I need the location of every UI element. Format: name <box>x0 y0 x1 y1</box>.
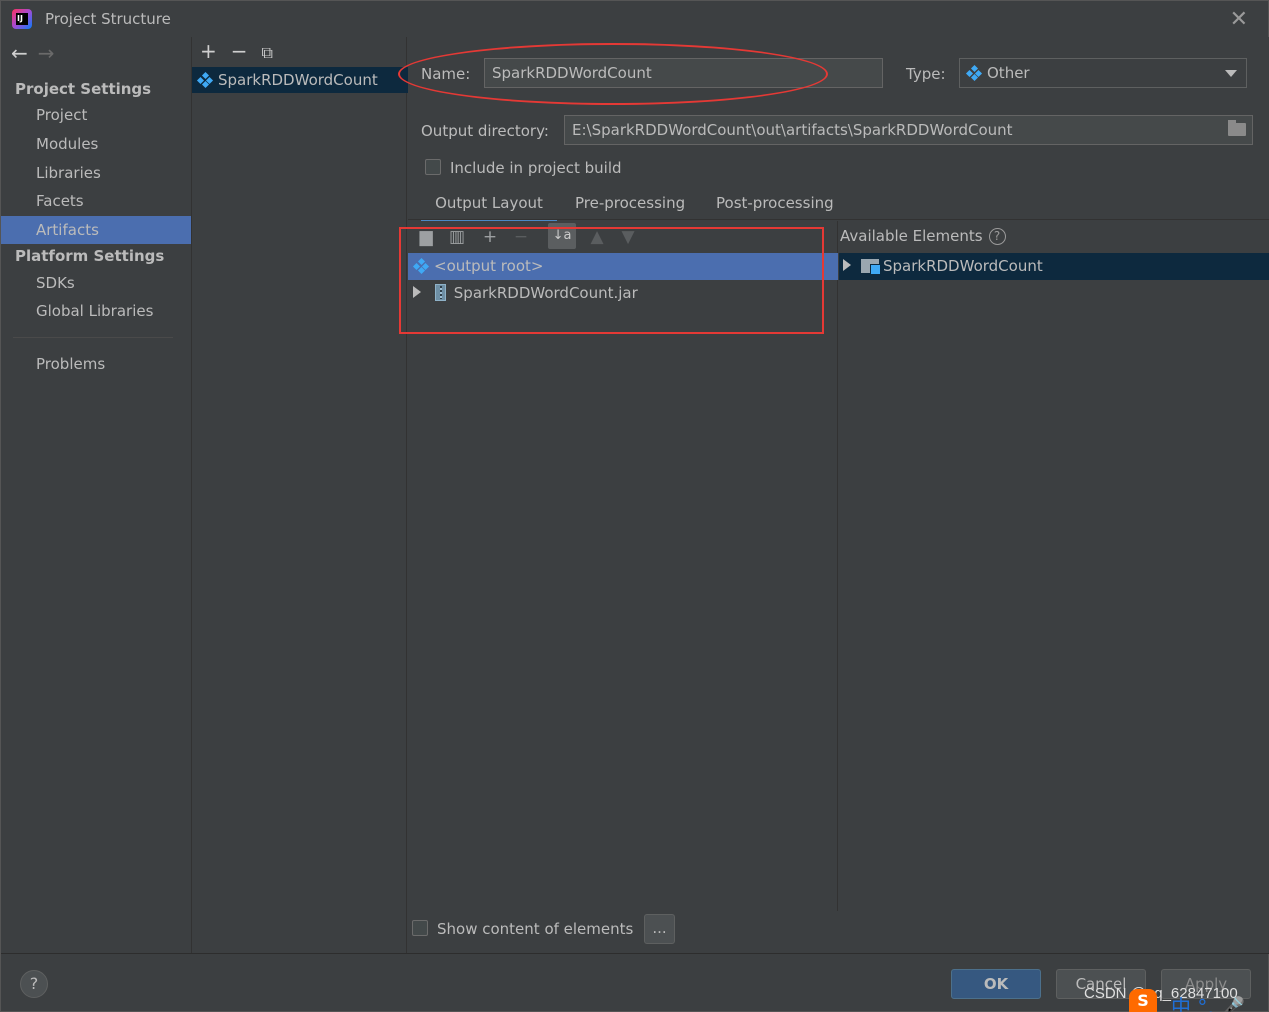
move-down-icon[interactable]: ▼ <box>619 228 637 246</box>
artifact-icon <box>412 257 430 275</box>
show-content-options-button[interactable]: ... <box>644 914 675 944</box>
sidebar-item-sdks[interactable]: SDKs <box>1 269 191 297</box>
add-copy-of-icon[interactable]: + <box>481 228 499 246</box>
sidebar-item-facets[interactable]: Facets <box>1 187 191 215</box>
output-layout-pane: ▆ ▥ + − ↓a ▲ ▼ <output root> SparkRDDWor… <box>408 221 838 911</box>
expand-arrow-icon[interactable] <box>413 286 421 298</box>
available-element-label: SparkRDDWordCount <box>883 257 1043 275</box>
sidebar-divider <box>13 337 173 338</box>
help-button[interactable]: ? <box>20 970 48 998</box>
bottom-divider <box>1 953 1269 954</box>
add-icon[interactable]: + <box>200 39 217 63</box>
ok-button[interactable]: OK <box>951 969 1041 999</box>
artifact-list-pane: + − ⧉ SparkRDDWordCount <box>191 37 408 953</box>
jar-icon <box>434 284 446 301</box>
remove-icon[interactable]: − <box>231 39 248 63</box>
name-label: Name: <box>421 65 471 83</box>
project-structure-window: IJ Project Structure ✕ ← → Project Settin… <box>0 0 1269 1012</box>
show-content-label: Show content of elements <box>437 920 634 938</box>
available-elements-heading: Available Elements? <box>840 227 1006 245</box>
nav-arrows: ← → <box>11 41 65 65</box>
sogou-ime-icon: S <box>1129 989 1157 1012</box>
artifact-type-icon <box>965 64 983 82</box>
artifact-icon <box>196 71 214 89</box>
sidebar-item-global-libraries[interactable]: Global Libraries <box>1 297 191 325</box>
module-folder-icon <box>861 259 881 275</box>
artifact-list-item[interactable]: SparkRDDWordCount <box>192 67 408 93</box>
show-content-checkbox[interactable] <box>412 920 428 936</box>
tab-pre-processing[interactable]: Pre-processing <box>575 194 685 222</box>
expand-arrow-icon[interactable] <box>843 259 851 271</box>
copy-icon[interactable]: ⧉ <box>262 43 273 63</box>
forward-arrow-icon[interactable]: → <box>38 41 55 65</box>
output-directory-label: Output directory: <box>421 122 549 140</box>
artifact-settings-panel: Name: SparkRDDWordCount Type: Other Outp… <box>408 37 1269 953</box>
title-bar: IJ Project Structure ✕ <box>1 1 1268 37</box>
tab-output-layout[interactable]: Output Layout <box>421 194 557 222</box>
help-circle-icon[interactable]: ? <box>988 228 1006 245</box>
new-directory-icon[interactable]: ▆ <box>417 228 435 246</box>
tabs-divider <box>408 219 1269 220</box>
chevron-down-icon <box>1225 70 1237 77</box>
move-up-icon[interactable]: ▲ <box>588 228 606 246</box>
name-field[interactable]: SparkRDDWordCount <box>484 58 883 88</box>
sidebar-item-modules[interactable]: Modules <box>1 130 191 158</box>
window-title: Project Structure <box>45 10 171 28</box>
sidebar-item-libraries[interactable]: Libraries <box>1 159 191 187</box>
sidebar-item-artifacts[interactable]: Artifacts <box>1 216 191 244</box>
output-directory-value: E:\SparkRDDWordCount\out\artifacts\Spark… <box>572 121 1013 139</box>
type-dropdown[interactable]: Other <box>959 58 1247 88</box>
settings-sidebar: ← → Project Settings Project Modules Libr… <box>1 37 191 953</box>
tree-row-label: SparkRDDWordCount.jar <box>453 284 638 302</box>
output-directory-field[interactable]: E:\SparkRDDWordCount\out\artifacts\Spark… <box>564 115 1253 145</box>
remove-element-icon[interactable]: − <box>512 228 530 246</box>
include-in-build-label: Include in project build <box>450 159 622 177</box>
intellij-app-icon: IJ <box>12 9 32 29</box>
tree-row-jar[interactable]: SparkRDDWordCount.jar <box>408 280 838 307</box>
sort-elements-icon[interactable]: ↓a <box>548 223 576 249</box>
artifact-list-toolbar: + − ⧉ <box>200 39 287 65</box>
back-arrow-icon[interactable]: ← <box>11 41 28 65</box>
type-dropdown-value: Other <box>987 64 1030 82</box>
sidebar-item-project[interactable]: Project <box>1 101 191 129</box>
platform-settings-heading: Platform Settings <box>15 247 165 265</box>
tree-row-label: <output root> <box>434 257 544 275</box>
output-layout-toolbar: ▆ ▥ + − ↓a ▲ ▼ <box>408 221 838 253</box>
available-element-row[interactable]: SparkRDDWordCount <box>839 253 1269 280</box>
tree-row-output-root[interactable]: <output root> <box>408 253 838 280</box>
sidebar-item-problems[interactable]: Problems <box>1 350 191 378</box>
close-icon[interactable]: ✕ <box>1230 7 1248 32</box>
new-archive-icon[interactable]: ▥ <box>448 228 466 246</box>
artifact-list-item-label: SparkRDDWordCount <box>218 71 378 89</box>
include-in-build-checkbox[interactable] <box>425 159 441 175</box>
ime-status-glyphs: 中 °, 🎤 <box>1171 995 1245 1012</box>
available-elements-title: Available Elements <box>840 227 983 245</box>
browse-folder-icon[interactable] <box>1228 120 1246 136</box>
project-settings-heading: Project Settings <box>15 80 152 98</box>
tab-post-processing[interactable]: Post-processing <box>716 194 834 222</box>
type-label: Type: <box>906 65 946 83</box>
